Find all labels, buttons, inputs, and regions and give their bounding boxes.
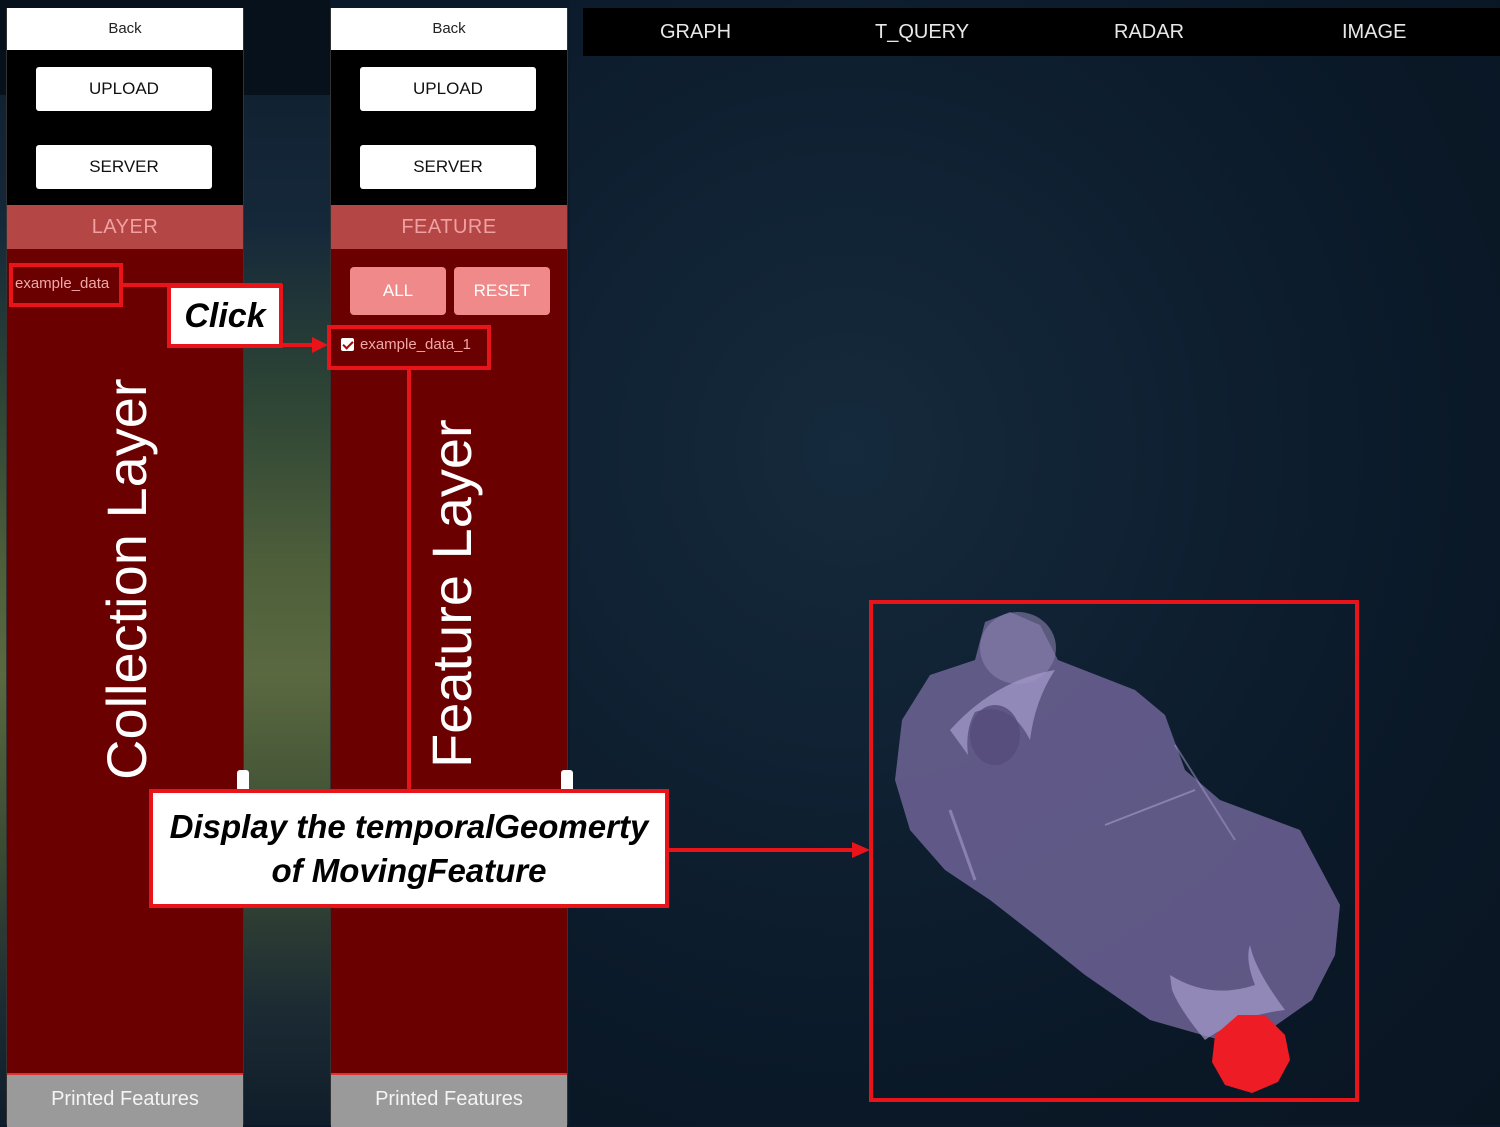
example-data-highlight [9,263,123,307]
collection-layer-label: Collection Layer [95,378,158,780]
feature-layer-label: Feature Layer [420,419,483,768]
feature-item-highlight [327,325,491,370]
display-callout-line1: Display the temporalGeomerty [169,808,649,845]
display-callout: Display the temporalGeomerty of MovingFe… [149,789,669,908]
geometry-highlight [869,600,1359,1102]
display-callout-line2: of MovingFeature [271,852,547,889]
display-connector [666,848,856,852]
feature-connector [407,370,411,790]
click-callout: Click [167,284,283,348]
arrow-head-icon [852,842,870,858]
